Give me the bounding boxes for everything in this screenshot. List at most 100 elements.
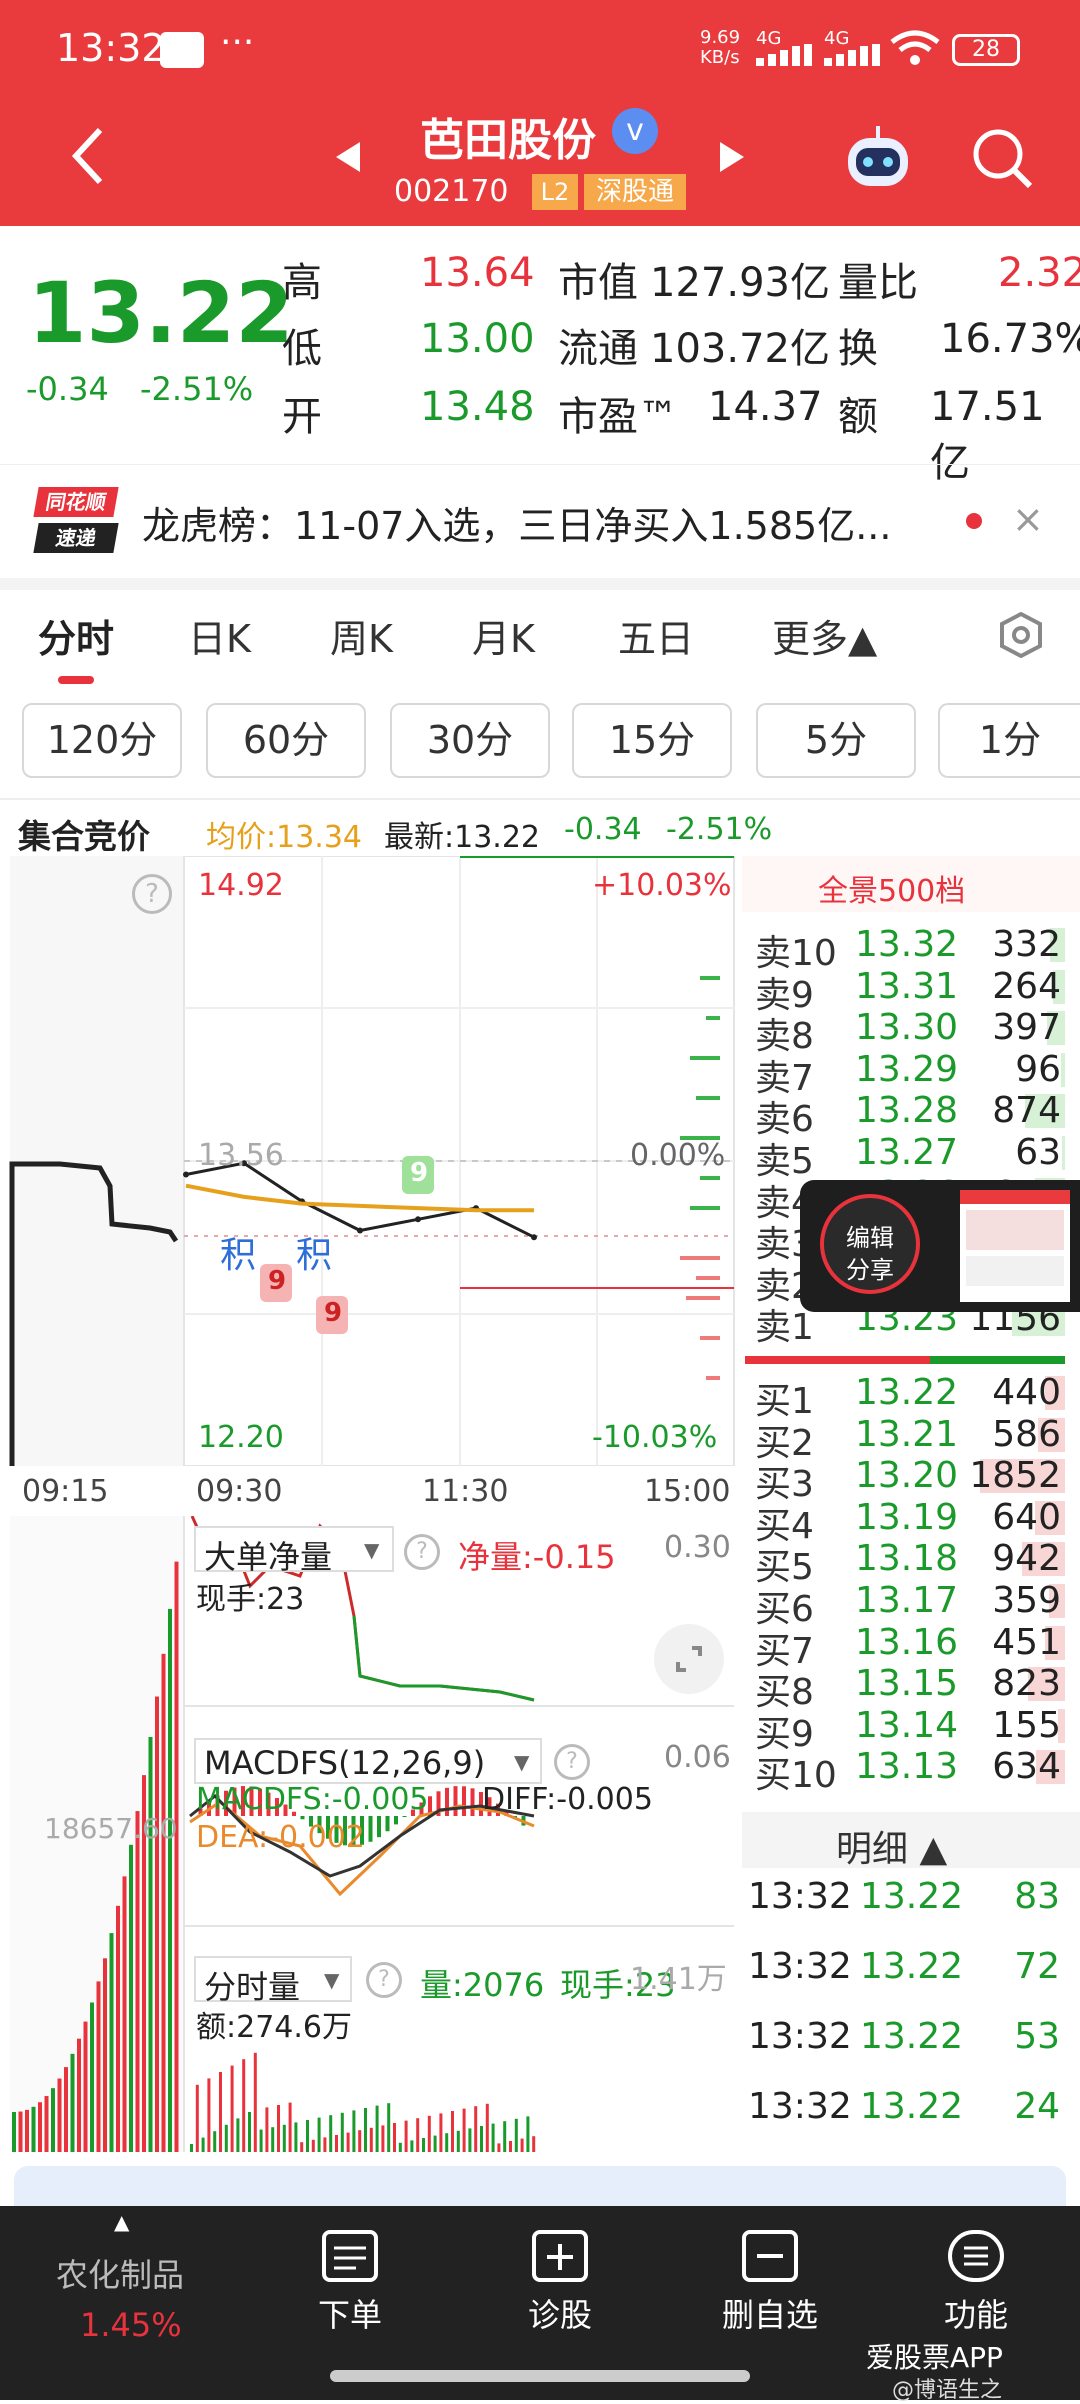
turnover-label: 换: [838, 326, 878, 372]
fullscreen-icon[interactable]: [654, 1624, 724, 1694]
search-icon[interactable]: [970, 126, 1034, 190]
auction-bar: [109, 1933, 114, 2152]
robot-assistant-icon[interactable]: [840, 126, 916, 192]
price-series-line: [185, 1183, 534, 1213]
nav-order[interactable]: 下单: [300, 2230, 400, 2336]
help-icon[interactable]: ?: [366, 1962, 402, 1998]
watermark: 爱股票APP: [866, 2336, 1074, 2374]
volume-bar: [329, 2115, 333, 2152]
news-text[interactable]: 龙虎榜：11-07入选，三日净买入1.585亿...: [142, 495, 891, 550]
auction-bar: [90, 2002, 94, 2152]
bid-row[interactable]: 买4 13.19 640: [755, 1497, 1065, 1547]
bid-row[interactable]: 买5 13.18 942: [755, 1538, 1065, 1588]
volume-bar: [404, 2120, 408, 2152]
time-label: 15:00: [644, 1474, 731, 1509]
big-order-selector[interactable]: 大单净量 ▼: [194, 1526, 394, 1576]
marker-9: 9: [324, 1298, 343, 1328]
close-icon[interactable]: ×: [1012, 497, 1044, 541]
time-label: 11:30: [422, 1474, 509, 1509]
macd-value: MACDFS:-0.005: [196, 1782, 429, 1817]
detail-time: 13:32: [748, 1876, 852, 1917]
tab-daily-k[interactable]: 日K: [188, 608, 251, 663]
left-volume-label: 18657.60: [44, 1812, 178, 1845]
volume-bar: [195, 2084, 199, 2152]
bid-row[interactable]: 买1 13.22 440: [755, 1372, 1065, 1422]
orderbook-header[interactable]: 全景500档: [742, 856, 1080, 912]
auction-bar: [38, 2102, 42, 2152]
help-icon[interactable]: ?: [132, 874, 172, 914]
price-point: [183, 1171, 189, 1178]
tab-monthly-k[interactable]: 月K: [472, 608, 535, 663]
period-1[interactable]: 1分: [938, 703, 1080, 778]
help-icon[interactable]: ?: [404, 1534, 440, 1570]
period-5[interactable]: 5分: [756, 703, 916, 778]
network-speed: 9.69 KB/s: [700, 27, 741, 68]
ask-row[interactable]: 卖9 13.31 264: [755, 966, 1065, 1016]
period-60[interactable]: 60分: [206, 703, 366, 778]
home-indicator[interactable]: [330, 2370, 750, 2382]
chart-settings-icon[interactable]: [998, 611, 1044, 659]
auction-bar: [135, 1811, 140, 2152]
share-float-panel[interactable]: 编辑 分享: [800, 1180, 1080, 1312]
back-icon[interactable]: [70, 126, 110, 186]
news-banner[interactable]: 同花顺 速递 龙虎榜：11-07入选，三日净买入1.585亿... ×: [0, 464, 1080, 576]
big-order-hand: 现手:23: [196, 1582, 305, 1617]
macd-scale: 0.06: [664, 1740, 731, 1775]
tab-five-day[interactable]: 五日: [618, 608, 694, 663]
detail-header[interactable]: 明细 ▲: [742, 1812, 1080, 1870]
bid-row[interactable]: 买7 13.16 451: [755, 1622, 1065, 1672]
sector-name[interactable]: 农化制品: [56, 2250, 184, 2296]
tab-intraday[interactable]: 分时: [38, 608, 114, 663]
bid-row[interactable]: 买2 13.21 586: [755, 1414, 1065, 1464]
float-label: 流通: [558, 326, 638, 372]
volume-bar: [311, 2139, 315, 2152]
nav-function[interactable]: 功能: [926, 2230, 1026, 2336]
ask-row[interactable]: 卖5 13.27 63: [755, 1132, 1065, 1182]
screenshot-thumbnail[interactable]: [960, 1190, 1070, 1302]
period-120[interactable]: 120分: [22, 703, 182, 778]
bid-row[interactable]: 买8 13.15 823: [755, 1663, 1065, 1713]
auction-bar: [51, 2088, 55, 2152]
macd-selector[interactable]: MACDFS(12,26,9) ▼: [194, 1738, 542, 1784]
bid-volume: 634: [992, 1746, 1061, 1788]
chart-zero-pct: 0.00%: [630, 1138, 726, 1173]
bid-row[interactable]: 买10 13.13 634: [755, 1746, 1065, 1796]
price-chart[interactable]: ? 14.92 +10.03% 13.56 0.00% 12.20 -10.03…: [0, 854, 740, 1467]
macd-label: MACDFS(12,26,9): [204, 1744, 486, 1782]
period-15[interactable]: 15分: [572, 703, 732, 778]
volume-bar: [514, 2118, 518, 2152]
nav-diagnose[interactable]: 诊股: [510, 2230, 610, 2336]
ask-volume: 96: [1015, 1048, 1061, 1090]
ask-row[interactable]: 卖10 13.32 332: [755, 924, 1065, 974]
bid-row[interactable]: 买3 13.20 1852: [755, 1455, 1065, 1505]
volume-selector[interactable]: 分时量 ▼: [194, 1956, 352, 2006]
expand-icon[interactable]: ▲: [114, 2210, 129, 2234]
volume-bar: [381, 2125, 385, 2152]
nav-remove-watchlist[interactable]: 删自选: [710, 2230, 830, 2336]
ask-row[interactable]: 卖6 13.28 874: [755, 1090, 1065, 1140]
tab-more[interactable]: 更多▲: [772, 608, 877, 663]
auction-bar: [57, 2078, 62, 2152]
tab-weekly-k[interactable]: 周K: [330, 608, 393, 663]
prev-stock-icon[interactable]: [336, 142, 362, 172]
help-icon[interactable]: ?: [554, 1744, 590, 1780]
volume-bar: [352, 2110, 356, 2152]
auction-bar: [18, 2111, 23, 2152]
promo-banner[interactable]: [14, 2166, 1066, 2206]
bid-row[interactable]: 买9 13.14 155: [755, 1704, 1065, 1755]
next-stock-icon[interactable]: [718, 142, 744, 172]
ask-row[interactable]: 卖8 13.30 397: [755, 1007, 1065, 1057]
volume-bar: [422, 2138, 425, 2152]
bid-price: 13.14: [855, 1704, 959, 1746]
volume-bar: [497, 2143, 501, 2152]
net-amount: 净量:-0.15: [458, 1538, 616, 1576]
ask-row[interactable]: 卖7 13.29 96: [755, 1048, 1065, 1099]
pe-label: 市盈™: [558, 394, 678, 440]
amount-label: 额: [838, 394, 878, 440]
time-label: 09:30: [196, 1474, 283, 1509]
ask-volume: 874: [992, 1090, 1061, 1132]
edit-share-button[interactable]: 编辑 分享: [820, 1194, 920, 1294]
period-30[interactable]: 30分: [390, 703, 550, 778]
indicator-panel[interactable]: 大单净量 ▼ ? 净量:-0.15 0.30 现手:23 MACDFS(12,2…: [0, 1515, 740, 2152]
bid-row[interactable]: 买6 13.17 359: [755, 1580, 1065, 1630]
